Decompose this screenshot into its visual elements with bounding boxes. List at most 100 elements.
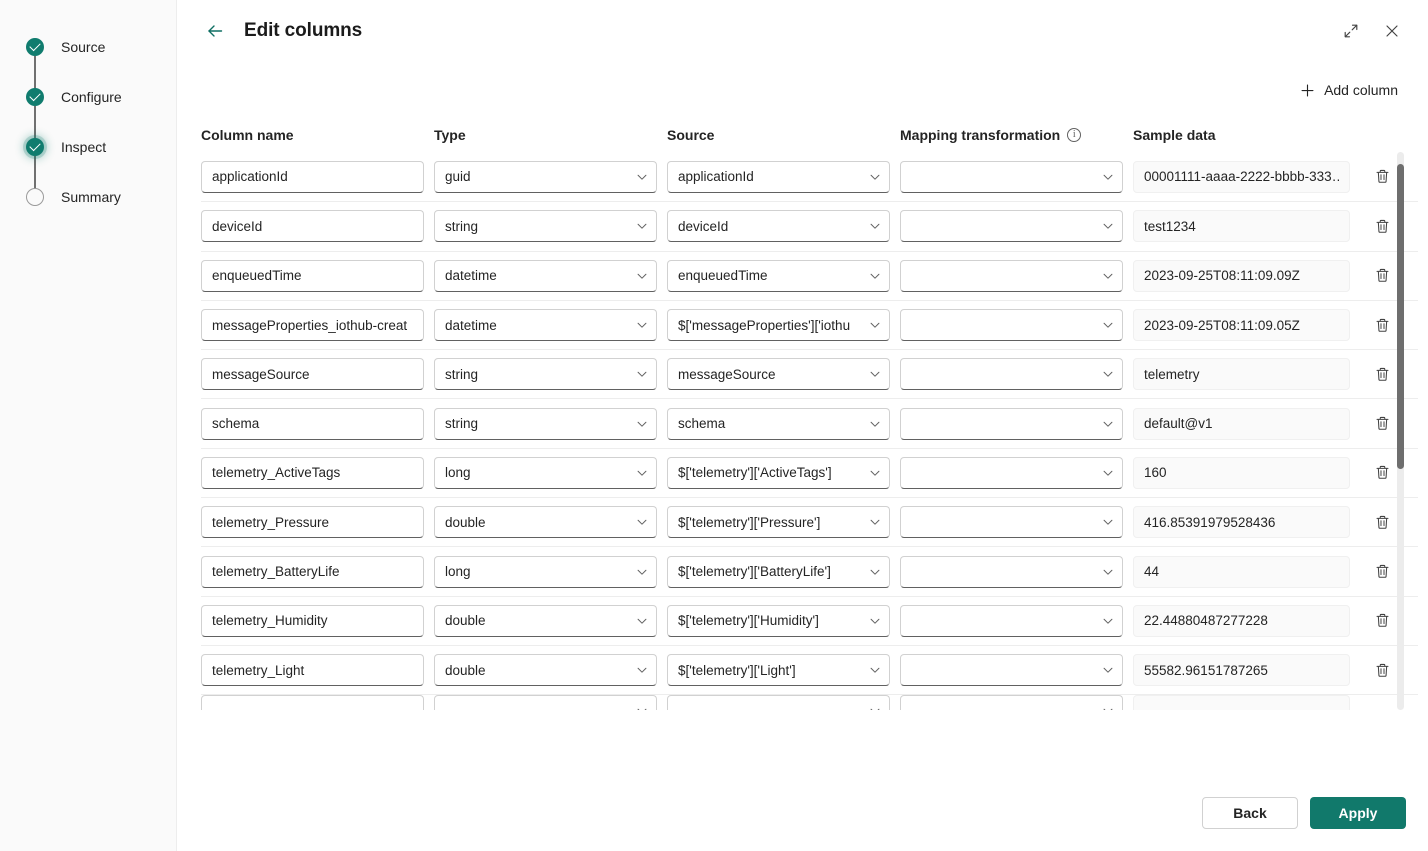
expand-diagonal-icon[interactable] [1337,17,1365,45]
chevron-down-icon[interactable] [1100,613,1116,629]
source-select[interactable]: $['telemetry']['BatteryLife'] [667,555,890,588]
column-name-input[interactable]: messageSource [201,358,424,391]
trash-icon[interactable] [1366,161,1398,193]
add-column-button[interactable]: Add column [1292,78,1406,102]
type-select[interactable]: string [434,358,657,391]
column-name-input[interactable]: telemetry_BatteryLife [201,555,424,588]
chevron-down-icon[interactable] [1100,465,1116,481]
chevron-down-icon[interactable] [634,465,650,481]
type-select[interactable]: string [434,407,657,440]
mapping-transformation-select[interactable] [900,160,1123,193]
trash-icon[interactable] [1366,506,1398,538]
type-select[interactable]: double [434,654,657,687]
type-select[interactable]: string [434,210,657,243]
mapping-transformation-select[interactable] [900,555,1123,588]
chevron-down-icon[interactable] [634,268,650,284]
sample-data-value[interactable]: 2023-09-25T08:11:09.09Z [1133,259,1350,292]
column-name-input[interactable] [201,695,424,710]
chevron-down-icon[interactable] [1100,169,1116,185]
type-select[interactable]: datetime [434,259,657,292]
source-select[interactable]: deviceId [667,210,890,243]
chevron-down-icon[interactable] [634,416,650,432]
sample-data-value[interactable]: telemetry [1133,358,1350,391]
trash-icon[interactable] [1366,408,1398,440]
close-icon[interactable] [1378,17,1406,45]
mapping-transformation-select[interactable] [900,456,1123,489]
source-select[interactable]: messageSource [667,358,890,391]
sample-data-value[interactable]: 55582.96151787265 [1133,654,1350,687]
type-select[interactable]: datetime [434,309,657,342]
chevron-down-icon[interactable] [634,703,650,710]
column-name-input[interactable]: applicationId [201,160,424,193]
column-name-input[interactable]: telemetry_ActiveTags [201,456,424,489]
type-select[interactable]: long [434,456,657,489]
chevron-down-icon[interactable] [867,218,883,234]
chevron-down-icon[interactable] [1100,317,1116,333]
sample-data-value[interactable] [1133,695,1350,710]
grid-scrollbar-track[interactable] [1397,152,1404,710]
chevron-down-icon[interactable] [1100,514,1116,530]
chevron-down-icon[interactable] [867,416,883,432]
trash-icon[interactable] [1366,556,1398,588]
source-select[interactable]: enqueuedTime [667,259,890,292]
chevron-down-icon[interactable] [867,514,883,530]
chevron-down-icon[interactable] [867,703,883,710]
trash-icon[interactable] [1366,457,1398,489]
mapping-transformation-select[interactable] [900,506,1123,539]
chevron-down-icon[interactable] [1100,564,1116,580]
grid-scrollbar-thumb[interactable] [1397,164,1404,469]
mapping-transformation-select[interactable] [900,604,1123,637]
mapping-transformation-select[interactable] [900,695,1123,710]
info-icon[interactable]: i [1067,128,1082,142]
chevron-down-icon[interactable] [634,564,650,580]
trash-icon[interactable] [1366,309,1398,341]
column-name-input[interactable]: messageProperties_iothub-creat [201,309,424,342]
sample-data-value[interactable]: default@v1 [1133,407,1350,440]
sample-data-value[interactable]: 22.44880487277228 [1133,604,1350,637]
chevron-down-icon[interactable] [867,465,883,481]
column-name-input[interactable]: schema [201,407,424,440]
trash-icon[interactable] [1366,358,1398,390]
type-select[interactable]: double [434,604,657,637]
type-select[interactable] [434,695,657,710]
chevron-down-icon[interactable] [1100,416,1116,432]
sample-data-value[interactable]: 00001111-aaaa-2222-bbbb-333… [1133,160,1350,193]
chevron-down-icon[interactable] [634,218,650,234]
chevron-down-icon[interactable] [867,564,883,580]
back-button[interactable]: Back [1202,797,1298,829]
mapping-transformation-select[interactable] [900,309,1123,342]
chevron-down-icon[interactable] [1100,703,1116,710]
chevron-down-icon[interactable] [867,317,883,333]
column-name-input[interactable]: telemetry_Light [201,654,424,687]
wizard-step-inspect[interactable]: Inspect [0,122,176,190]
trash-icon[interactable] [1366,605,1398,637]
source-select[interactable]: applicationId [667,160,890,193]
chevron-down-icon[interactable] [634,366,650,382]
chevron-down-icon[interactable] [867,366,883,382]
chevron-down-icon[interactable] [1100,268,1116,284]
chevron-down-icon[interactable] [1100,366,1116,382]
sample-data-value[interactable]: test1234 [1133,210,1350,243]
source-select[interactable] [667,695,890,710]
chevron-down-icon[interactable] [867,613,883,629]
type-select[interactable]: guid [434,160,657,193]
chevron-down-icon[interactable] [1100,218,1116,234]
mapping-transformation-select[interactable] [900,407,1123,440]
source-select[interactable]: schema [667,407,890,440]
chevron-down-icon[interactable] [634,169,650,185]
chevron-down-icon[interactable] [634,514,650,530]
type-select[interactable]: double [434,506,657,539]
chevron-down-icon[interactable] [867,268,883,284]
source-select[interactable]: $['telemetry']['Light'] [667,654,890,687]
source-select[interactable]: $['telemetry']['ActiveTags'] [667,456,890,489]
trash-icon[interactable] [1366,654,1398,686]
mapping-transformation-select[interactable] [900,210,1123,243]
wizard-step-summary[interactable]: Summary [0,172,176,222]
chevron-down-icon[interactable] [1100,662,1116,678]
source-select[interactable]: $['messageProperties']['iothu [667,309,890,342]
column-name-input[interactable]: telemetry_Humidity [201,604,424,637]
type-select[interactable]: long [434,555,657,588]
mapping-transformation-select[interactable] [900,358,1123,391]
sample-data-value[interactable]: 160 [1133,456,1350,489]
trash-icon[interactable] [1366,210,1398,242]
